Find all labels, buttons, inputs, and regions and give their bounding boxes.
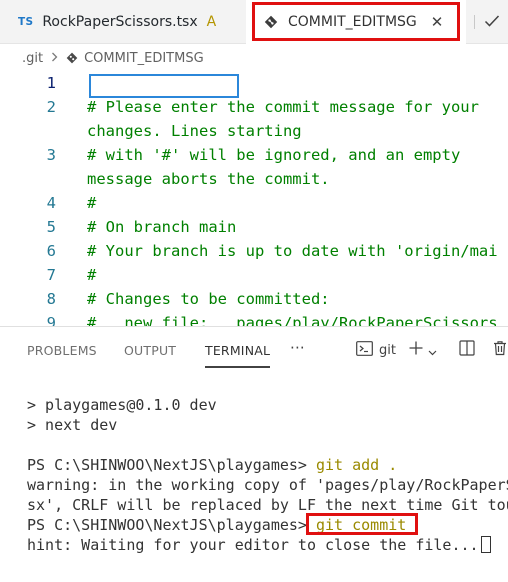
line-number: 2 <box>46 98 56 116</box>
git-added-badge: A <box>206 14 217 30</box>
code-editor[interactable]: 1 2 # Please enter the commit message fo… <box>0 72 508 326</box>
terminal-line: PS C:\SHINWOO\NextJS\playgames> git add … <box>27 455 397 475</box>
terminal-command: git add . <box>315 456 398 474</box>
terminal-prompt: PS C:\SHINWOO\NextJS\playgames> <box>27 516 307 534</box>
check-icon[interactable] <box>484 13 500 32</box>
line-number: 4 <box>46 194 56 212</box>
git-diamond-icon <box>66 52 78 64</box>
terminal-name: git <box>379 342 396 358</box>
terminal-icon <box>356 340 373 360</box>
terminal-prompt: PS C:\SHINWOO\NextJS\playgames> <box>27 456 316 474</box>
highlight-box-tab <box>252 2 460 41</box>
code-line[interactable]: # <box>87 194 96 212</box>
line-number: 1 <box>46 74 56 92</box>
breadcrumb: .git COMMIT_EDITMSG <box>0 44 508 72</box>
new-terminal-button[interactable] <box>408 339 437 361</box>
code-line-wrapped[interactable]: message aborts the commit. <box>87 170 330 188</box>
terminal-line: warning: in the working copy of 'pages/p… <box>27 476 508 494</box>
terminal-cursor <box>480 536 491 553</box>
chevron-down-icon[interactable] <box>428 341 437 360</box>
line-number: 9 <box>46 314 56 326</box>
tab-label: RockPaperScissors.tsx <box>42 14 198 30</box>
code-line[interactable]: # Please enter the commit message for yo… <box>87 98 479 116</box>
line-number: 5 <box>46 218 56 236</box>
highlight-box-git-commit <box>306 513 418 535</box>
code-line[interactable]: # Changes to be committed: <box>87 290 330 308</box>
tab-problems[interactable]: PROBLEMS <box>27 343 97 358</box>
bottom-panel: PROBLEMS OUTPUT TERMINAL ··· git > playg… <box>0 326 508 582</box>
terminal-line: > playgames@0.1.0 dev <box>27 396 217 414</box>
kill-terminal-button[interactable] <box>492 339 508 361</box>
code-line[interactable]: # new file: pages/play/RockPaperScissors <box>87 314 498 326</box>
code-line[interactable]: # with '#' will be ignored, and an empty <box>87 146 460 164</box>
chevron-right-icon <box>51 52 58 65</box>
line-number: 6 <box>46 242 56 260</box>
trash-icon <box>492 340 508 360</box>
divider <box>474 15 475 29</box>
terminal-hint: hint: Waiting for your editor to close t… <box>27 536 479 554</box>
editor-actions <box>466 0 508 44</box>
code-line[interactable]: # Your branch is up to date with 'origin… <box>87 242 498 260</box>
tab-output[interactable]: OUTPUT <box>124 343 176 358</box>
code-line[interactable]: # On branch main <box>87 218 236 236</box>
tab-terminal[interactable]: TERMINAL <box>205 343 271 368</box>
more-actions-icon[interactable]: ··· <box>290 339 305 357</box>
split-terminal-button[interactable] <box>459 339 475 361</box>
split-icon <box>459 340 475 360</box>
code-line[interactable]: # <box>87 266 96 284</box>
code-line-wrapped[interactable]: changes. Lines starting <box>87 122 302 140</box>
terminal-line: sx', CRLF will be replaced by LF the nex… <box>27 496 508 514</box>
line-number: 8 <box>46 290 56 308</box>
highlight-box-commit-message <box>89 74 239 98</box>
line-number: 7 <box>46 266 56 284</box>
tab-rockpaperscissors[interactable]: TS RockPaperScissors.tsx A <box>0 0 246 44</box>
plus-icon <box>408 340 424 360</box>
line-number: 3 <box>46 146 56 164</box>
breadcrumb-folder[interactable]: .git <box>22 51 43 66</box>
terminal-line: hint: Waiting for your editor to close t… <box>27 535 491 555</box>
terminal-line: > next dev <box>27 416 118 434</box>
breadcrumb-file[interactable]: COMMIT_EDITMSG <box>84 51 204 66</box>
typescript-file-icon: TS <box>18 16 34 28</box>
terminal-selector[interactable]: git <box>356 339 396 361</box>
panel-tab-bar: PROBLEMS OUTPUT TERMINAL ··· git <box>0 327 508 375</box>
